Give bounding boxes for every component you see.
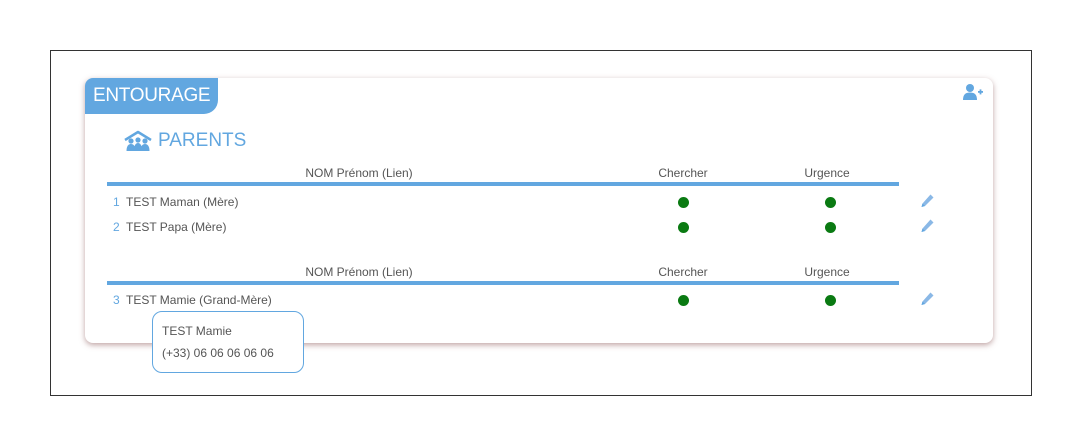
section-title-parents: PARENTS (123, 130, 246, 152)
search-status-dot (678, 197, 689, 208)
column-header-search: Chercher (658, 265, 708, 279)
column-header-search: Chercher (658, 166, 708, 180)
pencil-icon[interactable] (919, 193, 935, 209)
table-row[interactable]: 3 TEST Mamie (Grand-Mère) (107, 289, 934, 311)
column-header-name: NOM Prénom (Lien) (305, 166, 413, 180)
urgency-status-dot (825, 295, 836, 306)
table-header: NOM Prénom (Lien) Chercher Urgence (107, 263, 899, 285)
add-user-icon[interactable] (963, 83, 983, 101)
contact-name[interactable]: TEST Maman (Mère) (126, 195, 238, 209)
table-row[interactable]: 1 TEST Maman (Mère) (107, 191, 934, 213)
family-house-icon (124, 130, 152, 151)
column-header-urgency: Urgence (804, 166, 850, 180)
contact-name[interactable]: TEST Papa (Mère) (126, 220, 226, 234)
search-status-dot (678, 295, 689, 306)
pencil-icon[interactable] (919, 218, 935, 234)
tooltip-phone: (+33) 06 06 06 06 06 (162, 346, 274, 360)
entourage-card: ENTOURAGE PARENTS NOM Prénom (Lien) Cher… (85, 78, 993, 343)
tooltip-name: TEST Mamie (162, 324, 232, 338)
row-number: 3 (113, 293, 120, 307)
header-divider (107, 281, 899, 285)
contact-name[interactable]: TEST Mamie (Grand-Mère) (126, 293, 272, 307)
row-number: 2 (113, 220, 120, 234)
table-row[interactable]: 2 TEST Papa (Mère) (107, 216, 934, 238)
card-title: ENTOURAGE (85, 78, 219, 114)
urgency-status-dot (825, 197, 836, 208)
table-header: NOM Prénom (Lien) Chercher Urgence (107, 164, 899, 186)
contact-tooltip: TEST Mamie (+33) 06 06 06 06 06 (152, 311, 304, 373)
section-title-label: PARENTS (158, 130, 247, 151)
urgency-status-dot (825, 222, 836, 233)
header-divider (107, 182, 899, 186)
row-number: 1 (113, 195, 120, 209)
search-status-dot (678, 222, 689, 233)
column-header-urgency: Urgence (804, 265, 850, 279)
column-header-name: NOM Prénom (Lien) (305, 265, 413, 279)
pencil-icon[interactable] (919, 291, 935, 307)
